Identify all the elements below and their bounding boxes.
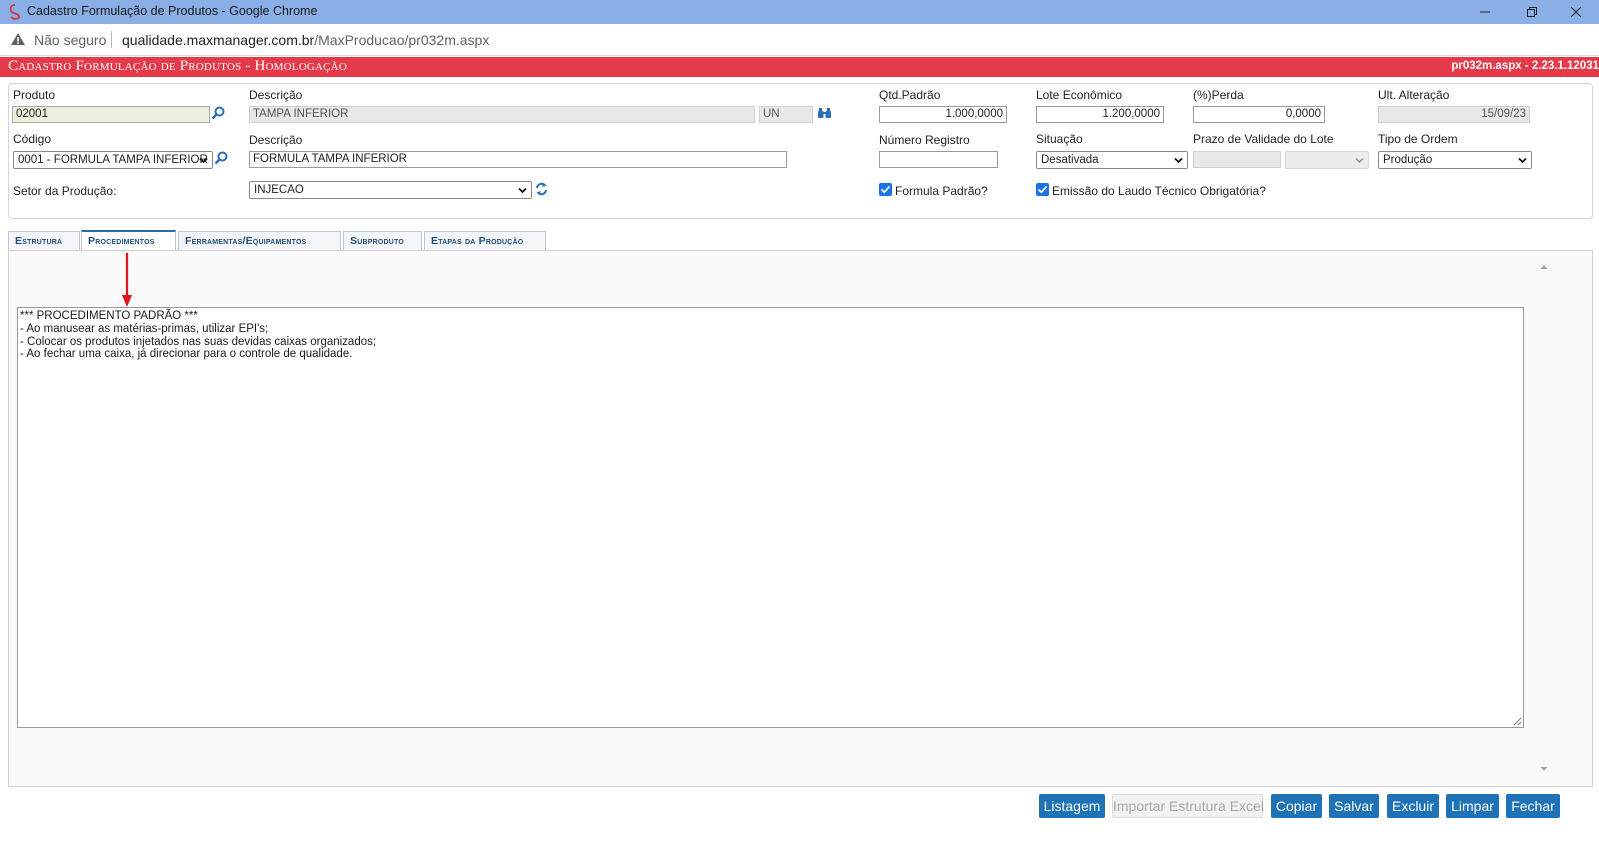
prazo-unidade-select xyxy=(1285,151,1369,169)
minimize-icon xyxy=(1480,11,1490,13)
procedimento-line: - Ao fechar uma caixa, já direcionar par… xyxy=(20,348,353,361)
qtd-padrao-label: Qtd.Padrão xyxy=(879,88,941,102)
perda-label: (%)Perda xyxy=(1193,88,1244,102)
chevron-down-icon xyxy=(1518,157,1527,164)
perda-input[interactable]: 0,0000 xyxy=(1193,106,1325,123)
address-bar[interactable]: Não seguro qualidade.maxmanager.com.br/M… xyxy=(0,24,1599,56)
binoculars-icon[interactable] xyxy=(818,107,831,119)
chevron-down-icon xyxy=(199,157,208,164)
chevron-down-icon xyxy=(1355,157,1364,164)
tipo-ordem-select[interactable]: Produção xyxy=(1378,151,1532,169)
fechar-button[interactable]: Fechar xyxy=(1506,794,1560,818)
restore-button[interactable] xyxy=(1509,0,1555,24)
resize-grip-icon[interactable] xyxy=(1513,717,1522,726)
tipo-ordem-select-value: Produção xyxy=(1383,154,1433,166)
not-secure-label: Não seguro xyxy=(34,32,107,48)
scroll-up-icon[interactable] xyxy=(1539,262,1549,272)
produto-input[interactable]: 02001 xyxy=(12,106,210,123)
descricao-formula-label: Descrição xyxy=(249,133,303,147)
unidade-input: UN xyxy=(759,106,813,123)
search-icon[interactable] xyxy=(211,106,225,120)
refresh-icon[interactable] xyxy=(535,181,548,197)
laudo-tecnico-label: Emissão do Laudo Técnico Obrigatória? xyxy=(1052,184,1266,198)
tab-subproduto[interactable]: Subproduto xyxy=(343,231,422,250)
lote-economico-input[interactable]: 1.200,0000 xyxy=(1036,106,1164,123)
tab-etapas-producao[interactable]: Etapas da Produção xyxy=(424,231,546,250)
annotation-arrow-icon xyxy=(122,253,132,307)
url-path: /MaxProducao/pr032m.aspx xyxy=(314,32,490,48)
prazo-validade-label: Prazo de Validade do Lote xyxy=(1193,132,1334,146)
situacao-select[interactable]: Desativada xyxy=(1036,151,1188,169)
produto-label: Produto xyxy=(13,88,56,102)
tab-ferramentas-equipamentos[interactable]: Ferramentas/Equipamentos xyxy=(178,231,341,250)
tab-procedimentos[interactable]: Procedimentos xyxy=(81,230,176,250)
warning-icon xyxy=(11,33,25,45)
situacao-label: Situação xyxy=(1036,132,1083,146)
tipo-ordem-label: Tipo de Ordem xyxy=(1378,132,1458,146)
checkmark-icon xyxy=(1037,185,1048,194)
minimize-button[interactable] xyxy=(1462,0,1508,24)
app-logo-icon xyxy=(9,4,20,20)
descricao-formula-input[interactable]: FORMULA TAMPA INFERIOR xyxy=(249,151,787,168)
setor-producao-select[interactable]: INJECAO xyxy=(249,181,532,199)
page-version: pr032m.aspx - 2.23.1.12031 xyxy=(1451,60,1599,72)
scroll-down-icon[interactable] xyxy=(1539,764,1549,774)
procedimentos-textarea[interactable]: *** PROCEDIMENTO PADRÃO *** - Ao manusea… xyxy=(17,307,1524,728)
chevron-down-icon xyxy=(518,187,527,194)
situacao-select-value: Desativada xyxy=(1041,154,1099,166)
url-text[interactable]: qualidade.maxmanager.com.br/MaxProducao/… xyxy=(122,32,489,48)
numero-registro-label: Número Registro xyxy=(879,133,970,147)
setor-producao-label: Setor da Produção: xyxy=(13,184,117,198)
ult-alteracao-label: Ult. Alteração xyxy=(1378,88,1450,102)
page-header: Cadastro Formulação de Produtos - Homolo… xyxy=(0,57,1599,77)
formula-padrao-checkbox[interactable] xyxy=(879,183,892,196)
ult-alteracao-input: 15/09/23 xyxy=(1378,106,1530,123)
procedimento-line: - Ao manusear as matérias-primas, utiliz… xyxy=(20,322,269,335)
numero-registro-input[interactable] xyxy=(879,151,998,168)
close-window-button[interactable] xyxy=(1553,0,1599,24)
tab-estrutura[interactable]: Estrutura xyxy=(8,231,80,250)
setor-producao-select-value: INJECAO xyxy=(254,184,304,196)
copiar-button[interactable]: Copiar xyxy=(1271,794,1322,818)
close-icon xyxy=(1571,7,1581,17)
descricao-produto-input: TAMPA INFERIOR xyxy=(249,106,755,123)
codigo-select-value: 0001 - FORMULA TAMPA INFERIOR xyxy=(18,154,208,166)
procedimento-line: - Colocar os produtos injetados nas suas… xyxy=(20,335,377,348)
excluir-button[interactable]: Excluir xyxy=(1387,794,1439,818)
lote-economico-label: Lote Econômico xyxy=(1036,88,1123,102)
salvar-button[interactable]: Salvar xyxy=(1329,794,1379,818)
restore-icon xyxy=(1527,7,1537,17)
page-title: Cadastro Formulação de Produtos - Homolo… xyxy=(8,58,347,74)
procedimento-line: *** PROCEDIMENTO PADRÃO *** xyxy=(20,310,198,322)
qtd-padrao-input[interactable]: 1.000,0000 xyxy=(879,106,1007,123)
checkmark-icon xyxy=(880,185,891,194)
limpar-button[interactable]: Limpar xyxy=(1446,794,1499,818)
url-host: qualidade.maxmanager.com.br xyxy=(122,32,315,48)
codigo-label: Código xyxy=(13,132,52,146)
address-separator xyxy=(111,31,112,48)
codigo-select[interactable]: 0001 - FORMULA TAMPA INFERIOR xyxy=(13,151,213,169)
window-title-bar: Cadastro Formulação de Produtos - Google… xyxy=(0,0,1599,24)
chevron-down-icon xyxy=(1174,157,1183,164)
search-codigo-icon[interactable] xyxy=(214,151,228,165)
descricao-label: Descrição xyxy=(249,88,303,102)
listagem-button[interactable]: Listagem xyxy=(1039,794,1105,818)
window-title: Cadastro Formulação de Produtos - Google… xyxy=(27,4,318,18)
formula-padrao-label: Formula Padrão? xyxy=(895,184,988,198)
importar-estrutura-excel-button: Importar Estrutura Excel xyxy=(1112,794,1264,818)
laudo-tecnico-checkbox[interactable] xyxy=(1036,183,1049,196)
prazo-validade-input xyxy=(1193,151,1281,168)
